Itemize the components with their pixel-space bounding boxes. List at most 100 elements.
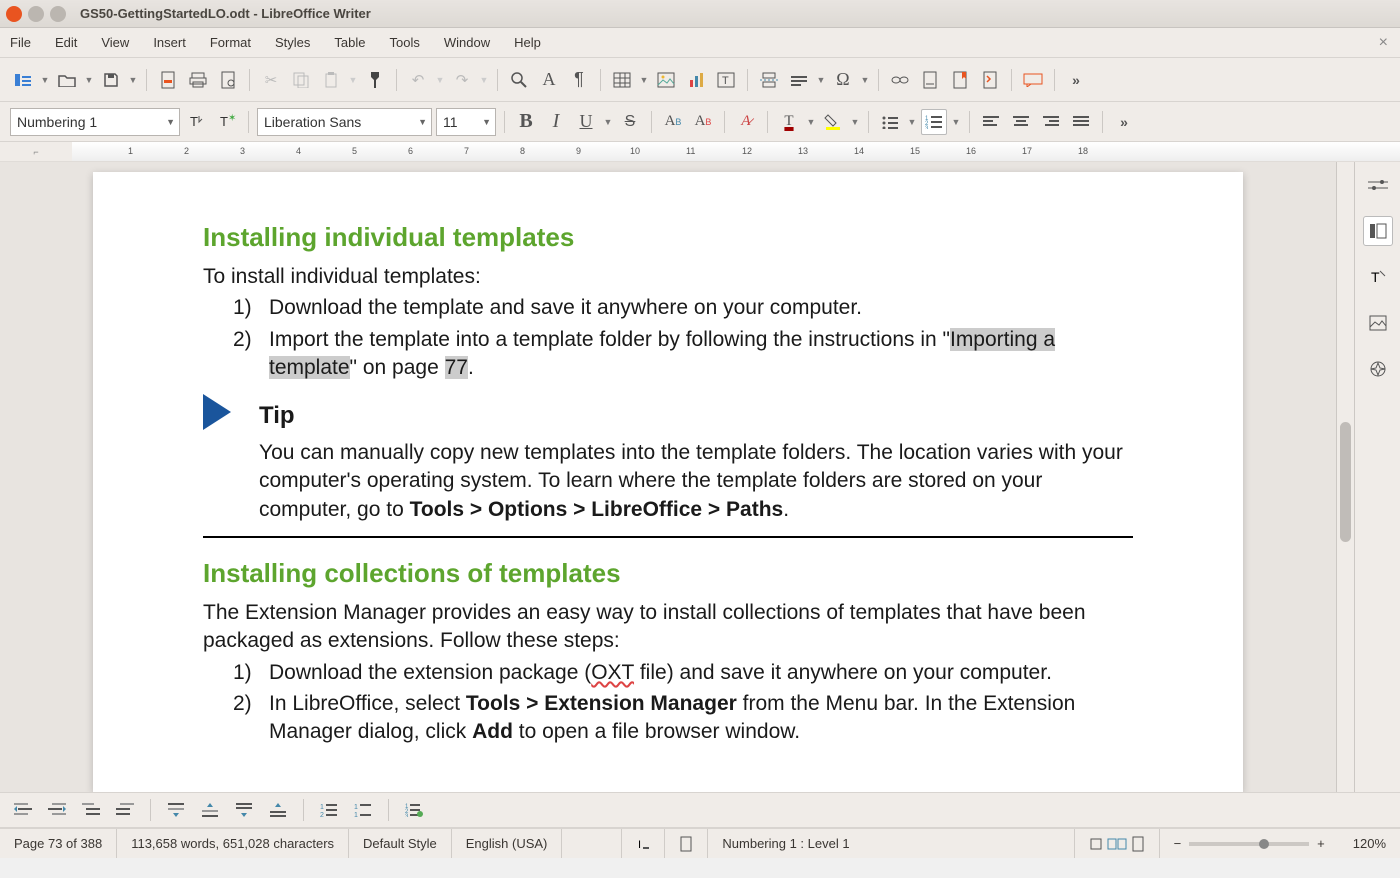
window-close-icon[interactable] bbox=[6, 6, 22, 22]
menu-tools[interactable]: Tools bbox=[389, 35, 419, 50]
paste-dropdown[interactable]: ▼ bbox=[348, 75, 358, 85]
status-signature-icon[interactable] bbox=[665, 829, 708, 858]
cross-ref-icon[interactable] bbox=[977, 67, 1003, 93]
bullet-list-icon[interactable] bbox=[877, 109, 903, 135]
open-dropdown[interactable]: ▼ bbox=[84, 75, 94, 85]
menu-window[interactable]: Window bbox=[444, 35, 490, 50]
footnote-icon[interactable] bbox=[917, 67, 943, 93]
bold-button[interactable]: B bbox=[513, 109, 539, 135]
superscript-button[interactable]: AB bbox=[660, 109, 686, 135]
number-list-icon[interactable]: 123 bbox=[921, 109, 947, 135]
page-break-icon[interactable] bbox=[756, 67, 782, 93]
export-pdf-icon[interactable] bbox=[155, 67, 181, 93]
window-minimize-icon[interactable] bbox=[28, 6, 44, 22]
comment-icon[interactable] bbox=[1020, 67, 1046, 93]
insert-field-icon[interactable] bbox=[786, 67, 812, 93]
underline-button[interactable]: U bbox=[573, 109, 599, 135]
scrollbar-thumb[interactable] bbox=[1340, 422, 1351, 542]
vertical-scrollbar[interactable] bbox=[1336, 162, 1354, 792]
demote-sub-icon[interactable] bbox=[78, 797, 104, 823]
status-page[interactable]: Page 73 of 388 bbox=[0, 829, 117, 858]
subscript-button[interactable]: AB bbox=[690, 109, 716, 135]
promote-sub-icon[interactable] bbox=[112, 797, 138, 823]
move-down-sub-icon[interactable] bbox=[231, 797, 257, 823]
demote-one-icon[interactable] bbox=[10, 797, 36, 823]
menu-help[interactable]: Help bbox=[514, 35, 541, 50]
promote-one-icon[interactable] bbox=[44, 797, 70, 823]
print-icon[interactable] bbox=[185, 67, 211, 93]
align-center-icon[interactable] bbox=[1008, 109, 1034, 135]
restart-number-icon[interactable]: 11 bbox=[350, 797, 376, 823]
find-replace-icon[interactable] bbox=[506, 67, 532, 93]
table-dropdown[interactable]: ▼ bbox=[639, 75, 649, 85]
cut-icon[interactable]: ✂ bbox=[258, 67, 284, 93]
ruler[interactable]: ⌐ 123456789101112131415161718 bbox=[0, 142, 1400, 162]
sidebar-styles-icon[interactable]: T bbox=[1363, 262, 1393, 292]
hyperlink-icon[interactable] bbox=[887, 67, 913, 93]
formatting-marks-icon[interactable]: ¶ bbox=[566, 67, 592, 93]
status-insert-mode[interactable] bbox=[562, 829, 622, 858]
spellcheck-icon[interactable]: A bbox=[536, 67, 562, 93]
print-preview-icon[interactable] bbox=[215, 67, 241, 93]
highlight-dropdown[interactable]: ▼ bbox=[850, 117, 860, 127]
redo-icon[interactable]: ↷ bbox=[449, 67, 475, 93]
font-name-combo[interactable]: Liberation Sans▼ bbox=[257, 108, 432, 136]
new-style-icon[interactable]: T✶ bbox=[214, 109, 240, 135]
status-zoom-value[interactable]: 120% bbox=[1339, 829, 1400, 858]
undo-dropdown[interactable]: ▼ bbox=[435, 75, 445, 85]
redo-dropdown[interactable]: ▼ bbox=[479, 75, 489, 85]
new-dropdown[interactable]: ▼ bbox=[40, 75, 50, 85]
specialchar-dropdown[interactable]: ▼ bbox=[860, 75, 870, 85]
strikethrough-button[interactable]: S bbox=[617, 109, 643, 135]
zoom-slider[interactable] bbox=[1189, 842, 1309, 846]
copy-icon[interactable] bbox=[288, 67, 314, 93]
italic-button[interactable]: I bbox=[543, 109, 569, 135]
insert-table-icon[interactable] bbox=[609, 67, 635, 93]
bullets-numbering-dialog-icon[interactable]: 123 bbox=[401, 797, 427, 823]
move-up-icon[interactable] bbox=[197, 797, 223, 823]
menu-table[interactable]: Table bbox=[334, 35, 365, 50]
insert-textbox-icon[interactable]: T bbox=[713, 67, 739, 93]
sidebar-gallery-icon[interactable] bbox=[1363, 308, 1393, 338]
menu-view[interactable]: View bbox=[101, 35, 129, 50]
menu-insert[interactable]: Insert bbox=[153, 35, 186, 50]
align-justify-icon[interactable] bbox=[1068, 109, 1094, 135]
align-left-icon[interactable] bbox=[978, 109, 1004, 135]
open-icon[interactable] bbox=[54, 67, 80, 93]
move-up-sub-icon[interactable] bbox=[265, 797, 291, 823]
save-dropdown[interactable]: ▼ bbox=[128, 75, 138, 85]
page-reference[interactable]: 77 bbox=[445, 356, 468, 379]
menu-file[interactable]: File bbox=[10, 35, 31, 50]
close-document-icon[interactable]: × bbox=[1379, 34, 1388, 52]
move-down-icon[interactable] bbox=[163, 797, 189, 823]
status-zoom[interactable]: − + bbox=[1160, 829, 1339, 858]
zoom-in-icon[interactable]: + bbox=[1317, 836, 1325, 851]
align-right-icon[interactable] bbox=[1038, 109, 1064, 135]
status-view-icons[interactable] bbox=[1075, 829, 1160, 858]
font-color-dropdown[interactable]: ▼ bbox=[806, 117, 816, 127]
no-number-icon[interactable]: 12 bbox=[316, 797, 342, 823]
menu-styles[interactable]: Styles bbox=[275, 35, 310, 50]
undo-icon[interactable]: ↶ bbox=[405, 67, 431, 93]
sidebar-settings-icon[interactable] bbox=[1363, 170, 1393, 200]
insert-image-icon[interactable] bbox=[653, 67, 679, 93]
toolbar2-overflow-icon[interactable]: » bbox=[1111, 109, 1137, 135]
underline-dropdown[interactable]: ▼ bbox=[603, 117, 613, 127]
status-selection-mode-icon[interactable]: I bbox=[622, 829, 665, 858]
font-color-icon[interactable]: T bbox=[776, 109, 802, 135]
document-page[interactable]: Installing individual templates To insta… bbox=[93, 172, 1243, 792]
status-language[interactable]: English (USA) bbox=[452, 829, 563, 858]
bookmark-icon[interactable] bbox=[947, 67, 973, 93]
clone-formatting-icon[interactable] bbox=[362, 67, 388, 93]
menu-edit[interactable]: Edit bbox=[55, 35, 77, 50]
status-wordcount[interactable]: 113,658 words, 651,028 characters bbox=[117, 829, 349, 858]
sidebar-navigator-icon[interactable] bbox=[1363, 354, 1393, 384]
document-area[interactable]: Installing individual templates To insta… bbox=[0, 162, 1336, 792]
insert-chart-icon[interactable] bbox=[683, 67, 709, 93]
menu-format[interactable]: Format bbox=[210, 35, 251, 50]
update-style-icon[interactable]: T bbox=[184, 109, 210, 135]
toolbar-overflow-icon[interactable]: » bbox=[1063, 67, 1089, 93]
bullet-dropdown[interactable]: ▼ bbox=[907, 117, 917, 127]
zoom-out-icon[interactable]: − bbox=[1174, 836, 1182, 851]
window-maximize-icon[interactable] bbox=[50, 6, 66, 22]
